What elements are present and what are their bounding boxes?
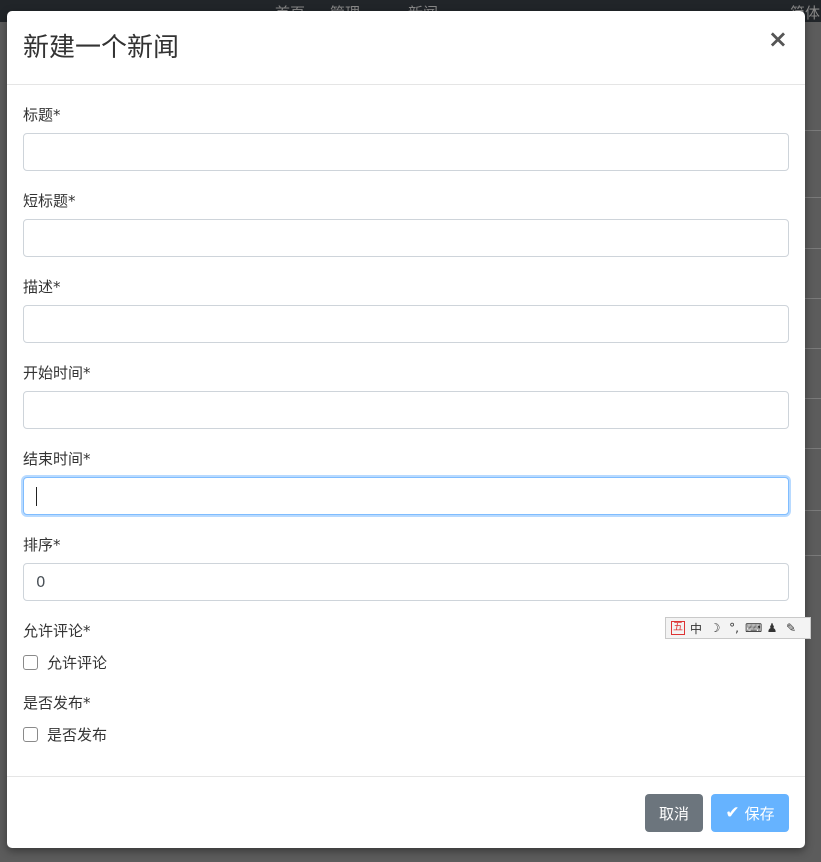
order-label: 排序* bbox=[23, 536, 61, 554]
bg-divider bbox=[805, 130, 821, 131]
chinese-mode-icon[interactable]: 中 bbox=[688, 620, 704, 637]
text-caret bbox=[36, 487, 37, 506]
short-title-input[interactable] bbox=[23, 219, 789, 257]
bg-divider bbox=[805, 398, 821, 399]
description-input[interactable] bbox=[23, 305, 789, 343]
wrench-icon[interactable]: ✎ bbox=[783, 621, 799, 635]
modal-footer: 取消 ✔ 保存 bbox=[7, 776, 805, 848]
allow-comment-label: 允许评论* bbox=[23, 622, 91, 640]
end-time-label: 结束时间* bbox=[23, 450, 91, 468]
order-input[interactable]: 0 bbox=[23, 563, 789, 601]
allow-comment-checkbox-row[interactable]: 允许评论 bbox=[23, 652, 107, 673]
title-label: 标题* bbox=[23, 106, 61, 124]
punctuation-icon[interactable]: °, bbox=[726, 621, 742, 635]
publish-checkbox[interactable] bbox=[23, 727, 38, 742]
allow-comment-checkbox-label[interactable]: 允许评论 bbox=[47, 652, 107, 673]
ime-toolbar: 五 中 ☽ °, ⌨ ♟ ✎ bbox=[665, 617, 811, 639]
bg-divider bbox=[805, 510, 821, 511]
bg-divider bbox=[805, 197, 821, 198]
modal-header: 新建一个新闻 × bbox=[7, 11, 805, 85]
check-icon: ✔ bbox=[725, 803, 740, 823]
publish-checkbox-label[interactable]: 是否发布 bbox=[47, 724, 107, 745]
publish-label: 是否发布* bbox=[23, 694, 91, 712]
cancel-button[interactable]: 取消 bbox=[645, 794, 703, 832]
allow-comment-checkbox[interactable] bbox=[23, 655, 38, 670]
publish-checkbox-row[interactable]: 是否发布 bbox=[23, 724, 107, 745]
moon-icon[interactable]: ☽ bbox=[707, 621, 723, 635]
bg-divider bbox=[805, 298, 821, 299]
title-input[interactable] bbox=[23, 133, 789, 171]
keyboard-icon[interactable]: ⌨ bbox=[745, 621, 762, 635]
bg-divider bbox=[805, 448, 821, 449]
bg-divider bbox=[805, 555, 821, 556]
user-icon[interactable]: ♟ bbox=[764, 621, 780, 635]
start-time-label: 开始时间* bbox=[23, 364, 91, 382]
end-time-input[interactable] bbox=[23, 477, 789, 515]
description-label: 描述* bbox=[23, 278, 61, 296]
save-button-label: 保存 bbox=[744, 804, 775, 823]
close-icon[interactable]: × bbox=[768, 27, 788, 51]
save-button[interactable]: ✔ 保存 bbox=[711, 794, 789, 832]
create-news-modal: 新建一个新闻 × 标题* 短标题* 描述* 开始时间* 结束时间* 排序* 0 … bbox=[7, 11, 805, 848]
bg-divider bbox=[805, 248, 821, 249]
wubi-icon[interactable]: 五 bbox=[671, 621, 685, 635]
modal-title: 新建一个新闻 bbox=[23, 33, 180, 63]
start-time-input[interactable] bbox=[23, 391, 789, 429]
bg-divider bbox=[805, 348, 821, 349]
short-title-label: 短标题* bbox=[23, 192, 76, 210]
